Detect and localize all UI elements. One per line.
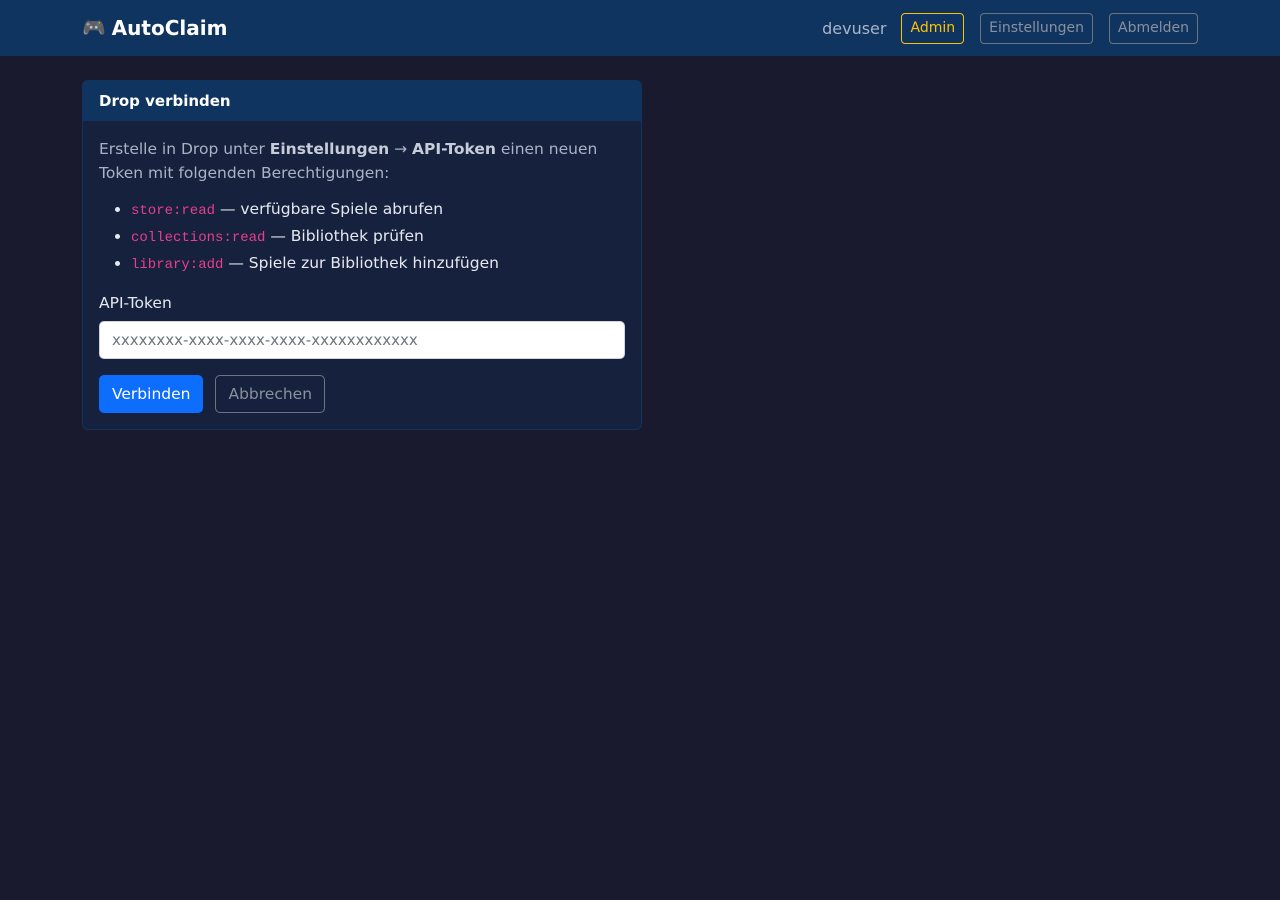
cancel-button[interactable]: Abbrechen xyxy=(215,375,326,413)
card-body: Erstelle in Drop unter Einstellungen → A… xyxy=(83,121,641,429)
instructions-text: Erstelle in Drop unter Einstellungen → A… xyxy=(99,137,625,185)
intro-api-token: API-Token xyxy=(412,140,496,158)
api-token-input[interactable] xyxy=(99,321,625,359)
username: devuser xyxy=(822,18,887,38)
intro-prefix: Erstelle in Drop unter xyxy=(99,140,270,158)
brand[interactable]: 🎮 AutoClaim xyxy=(82,16,227,40)
permission-scope: store:read xyxy=(131,203,216,219)
brand-label: AutoClaim xyxy=(111,16,228,40)
connect-button[interactable]: Verbinden xyxy=(99,375,204,413)
logout-button[interactable]: Abmelden xyxy=(1109,12,1198,44)
permissions-list: store:read — verfügbare Spiele abrufen c… xyxy=(99,197,625,278)
permission-description: — Spiele zur Bibliothek hinzufügen xyxy=(223,254,499,272)
navbar: 🎮 AutoClaim devuser Admin Einstellungen … xyxy=(0,0,1280,56)
permission-scope: collections:read xyxy=(131,230,266,246)
list-item: library:add — Spiele zur Bibliothek hinz… xyxy=(131,251,625,278)
list-item: collections:read — Bibliothek prüfen xyxy=(131,224,625,251)
form-actions: Verbinden Abbrechen xyxy=(99,375,625,413)
settings-button[interactable]: Einstellungen xyxy=(980,12,1094,44)
api-token-label: API-Token xyxy=(99,294,172,312)
list-item: store:read — verfügbare Spiele abrufen xyxy=(131,197,625,224)
intro-settings: Einstellungen xyxy=(269,140,390,158)
gamepad-icon: 🎮 xyxy=(82,16,106,39)
permission-description: — Bibliothek prüfen xyxy=(265,227,424,245)
main-content: Drop verbinden Erstelle in Drop unter Ei… xyxy=(0,56,1280,454)
connect-drop-card: Drop verbinden Erstelle in Drop unter Ei… xyxy=(82,80,642,430)
nav-actions: devuser Admin Einstellungen Abmelden xyxy=(822,12,1198,44)
admin-button[interactable]: Admin xyxy=(901,12,965,44)
intro-arrow: → xyxy=(389,140,413,158)
permission-description: — verfügbare Spiele abrufen xyxy=(215,200,444,218)
card-title: Drop verbinden xyxy=(83,81,641,121)
permission-scope: library:add xyxy=(131,257,224,273)
